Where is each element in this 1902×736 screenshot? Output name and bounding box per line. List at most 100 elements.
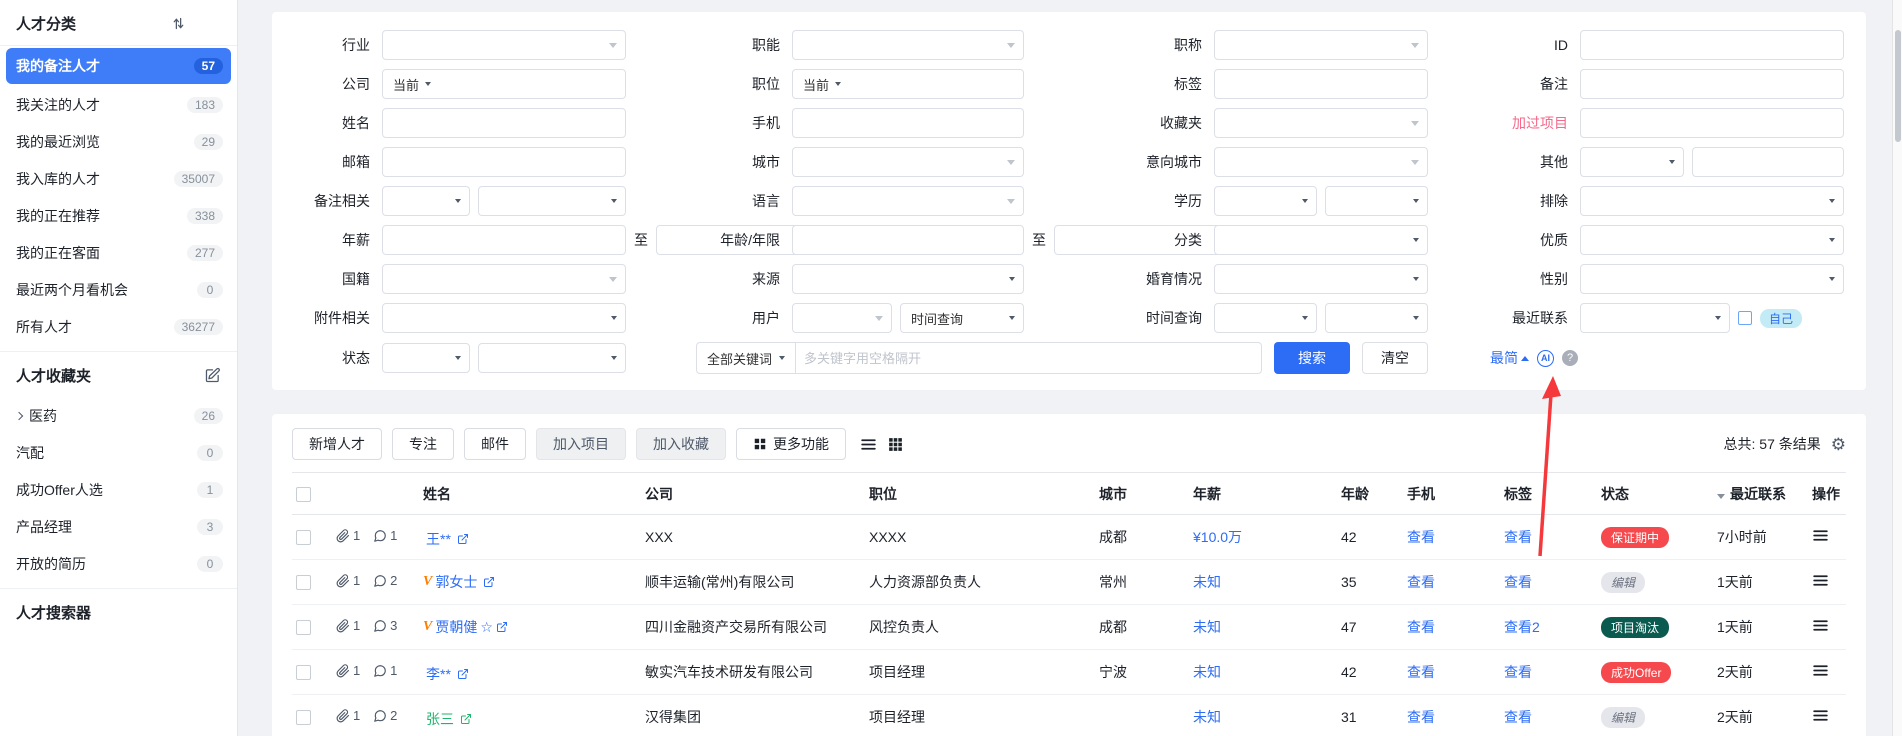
edit-folder-icon[interactable] <box>204 367 221 384</box>
salary-link[interactable]: ¥10.0万 <box>1189 514 1337 560</box>
row-checkbox[interactable] <box>296 620 311 636</box>
other-input[interactable] <box>1692 147 1844 177</box>
attachment-count[interactable]: 1 <box>336 573 360 588</box>
phone-view-link[interactable]: 查看 <box>1403 604 1500 650</box>
row-checkbox[interactable] <box>296 665 311 681</box>
id-input[interactable] <box>1580 30 1844 60</box>
candidate-name-link[interactable]: 张三 <box>423 709 472 729</box>
add-to-favorite-button[interactable]: 加入收藏 <box>636 428 726 460</box>
sidebar-item-my-client-interviews[interactable]: 我的正在客面 277 <box>0 234 237 271</box>
sidebar-item-my-noted-talents[interactable]: 我的备注人才 57 <box>6 48 231 84</box>
header-recent-contact[interactable]: 最近联系 <box>1713 472 1808 515</box>
comment-count[interactable]: 2 <box>373 573 397 588</box>
industry-select[interactable] <box>382 30 626 60</box>
sidebar-item-recently-viewed[interactable]: 我的最近浏览 29 <box>0 123 237 160</box>
external-link-icon[interactable] <box>496 621 508 633</box>
keyword-input[interactable] <box>796 344 1261 372</box>
candidate-name-link[interactable]: V 贾朝健 ☆ <box>423 617 508 637</box>
category-select[interactable] <box>1214 225 1428 255</box>
sidebar-item-my-recommending[interactable]: 我的正在推荐 338 <box>0 197 237 234</box>
position-current-select[interactable]: 当前 <box>793 75 835 94</box>
settings-gear-icon[interactable]: ⚙ <box>1831 436 1846 453</box>
row-actions-menu-icon[interactable] <box>1812 617 1829 634</box>
other-select[interactable] <box>1580 147 1684 177</box>
external-link-icon[interactable] <box>457 533 469 545</box>
user-select[interactable] <box>792 303 892 333</box>
education-select-2[interactable] <box>1325 186 1428 216</box>
candidate-name-link[interactable]: 王** <box>423 529 469 549</box>
joined-project-input[interactable] <box>1580 108 1844 138</box>
sidebar-item-recent-two-months-opportunity[interactable]: 最近两个月看机会 0 <box>0 271 237 308</box>
more-functions-button[interactable]: 更多功能 <box>736 428 846 460</box>
attachment-count[interactable]: 1 <box>336 708 360 723</box>
phone-view-link[interactable]: 查看 <box>1403 694 1500 736</box>
name-input[interactable] <box>382 108 626 138</box>
keyword-scope-select[interactable]: 全部关键词 <box>697 343 797 373</box>
self-checkbox[interactable] <box>1738 311 1752 325</box>
attachment-related-select[interactable] <box>382 303 626 333</box>
list-view-icon[interactable] <box>860 436 877 453</box>
time-query-select-1[interactable] <box>1214 303 1317 333</box>
position-input[interactable] <box>841 70 1023 98</box>
job-title-select[interactable] <box>1214 30 1428 60</box>
email-input[interactable] <box>382 147 626 177</box>
tag-view-link[interactable]: 查看 <box>1500 559 1597 605</box>
candidate-name-link[interactable]: 李** <box>423 664 469 684</box>
gender-select[interactable] <box>1580 264 1844 294</box>
clear-button[interactable]: 清空 <box>1362 342 1428 374</box>
scrollbar-thumb[interactable] <box>1895 30 1901 142</box>
comment-count[interactable]: 2 <box>373 708 397 723</box>
comment-count[interactable]: 1 <box>373 528 397 543</box>
row-actions-menu-icon[interactable] <box>1812 572 1829 589</box>
favorite-folder-open-resumes[interactable]: 开放的简历 0 <box>0 545 237 582</box>
salary-link[interactable]: 未知 <box>1189 604 1337 650</box>
talent-searcher-header[interactable]: 人才搜索器 <box>0 588 237 634</box>
language-select[interactable] <box>792 186 1024 216</box>
favorite-folder-product-manager[interactable]: 产品经理 3 <box>0 508 237 545</box>
attachment-count[interactable]: 1 <box>336 528 360 543</box>
phone-view-link[interactable]: 查看 <box>1403 514 1500 560</box>
status-select-1[interactable] <box>382 343 470 373</box>
favorite-folder-auto-parts[interactable]: 汽配 0 <box>0 434 237 471</box>
tag-view-link[interactable]: 查看 <box>1500 649 1597 695</box>
salary-min-input[interactable] <box>382 225 626 255</box>
search-button[interactable]: 搜索 <box>1274 342 1350 374</box>
joined-project-label[interactable]: 加过项目 <box>1434 113 1574 133</box>
company-current-select[interactable]: 当前 <box>383 75 425 94</box>
source-select[interactable] <box>792 264 1024 294</box>
intent-city-select[interactable] <box>1214 147 1428 177</box>
external-link-icon[interactable] <box>457 668 469 680</box>
note-input[interactable] <box>1580 69 1844 99</box>
sidebar-item-my-followed-talents[interactable]: 我关注的人才 183 <box>0 86 237 123</box>
tag-view-link[interactable]: 查看 <box>1500 694 1597 736</box>
comment-count[interactable]: 1 <box>373 663 397 678</box>
user-time-query-select[interactable]: 时间查询 <box>900 303 1024 333</box>
salary-link[interactable]: 未知 <box>1189 559 1337 605</box>
row-actions-menu-icon[interactable] <box>1812 662 1829 679</box>
grid-view-icon[interactable] <box>887 436 904 453</box>
status-select-2[interactable] <box>478 343 626 373</box>
time-query-select-2[interactable] <box>1325 303 1428 333</box>
mail-button[interactable]: 邮件 <box>464 428 526 460</box>
sidebar-item-all-talents[interactable]: 所有人才 36277 <box>0 308 237 345</box>
select-all-checkbox[interactable] <box>296 486 311 502</box>
phone-view-link[interactable]: 查看 <box>1403 649 1500 695</box>
attachment-count[interactable]: 1 <box>336 618 360 633</box>
external-link-icon[interactable] <box>460 713 472 725</box>
salary-link[interactable]: 未知 <box>1189 649 1337 695</box>
function-select[interactable] <box>792 30 1024 60</box>
row-checkbox[interactable] <box>296 575 311 591</box>
row-checkbox[interactable] <box>296 530 311 546</box>
row-actions-menu-icon[interactable] <box>1812 527 1829 544</box>
collapse-to-simple-link[interactable]: 最简 <box>1490 348 1529 368</box>
salary-link[interactable]: 未知 <box>1189 694 1337 736</box>
age-min-input[interactable] <box>792 225 1024 255</box>
favorite-folder-pharma[interactable]: 医药 26 <box>0 397 237 434</box>
city-select[interactable] <box>792 147 1024 177</box>
row-actions-menu-icon[interactable] <box>1812 707 1829 724</box>
add-to-project-button[interactable]: 加入项目 <box>536 428 626 460</box>
tag-view-link[interactable]: 查看2 <box>1500 604 1597 650</box>
tag-view-link[interactable]: 查看 <box>1500 514 1597 560</box>
favorite-folder-successful-offer[interactable]: 成功Offer人选 1 <box>0 471 237 508</box>
quality-select[interactable] <box>1580 225 1844 255</box>
